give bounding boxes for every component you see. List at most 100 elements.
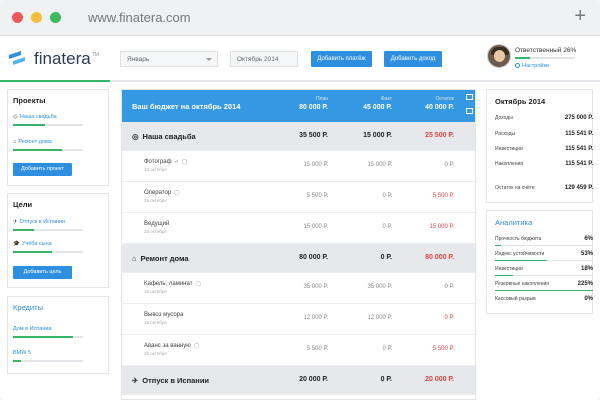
fact-value: 0 Р. [380, 254, 392, 261]
plan-value: 35 500 Р. [299, 132, 328, 139]
sidebar-item-label: Учёба сына [21, 241, 52, 247]
plan-value: 12 000 Р. [303, 315, 328, 321]
table-row[interactable]: Аванс за ванную ◯ 25 октября 5 500 Р. 0 Р… [122, 335, 475, 366]
comment-icon[interactable]: ◯ [194, 343, 200, 349]
table-row[interactable]: Оператор ◯ 25 октября 5 500 Р. 0 Р. 5 500… [122, 182, 475, 213]
sidebar-item-spain-house[interactable]: Дом в Испании [13, 326, 52, 332]
item-date: 25 октября [144, 198, 167, 203]
summary-label: Остаток на счёте [495, 185, 535, 191]
sidebar-item-label: Отпуск в Испании [19, 219, 66, 225]
analytics-row: Индекс устойчивости 53% [495, 251, 593, 257]
analytics-bar [495, 275, 593, 276]
maximize-window-button[interactable] [50, 12, 61, 23]
user-name: Ответственный 26% [515, 47, 577, 54]
analytics-bar [495, 260, 593, 261]
item-date: 10 октября [144, 289, 167, 294]
goal-progress-bar [13, 251, 83, 253]
summary-value: 115 541 Р. [565, 131, 593, 137]
add-payment-button[interactable]: Добавить платёж [311, 51, 372, 67]
add-goal-button[interactable]: Добавить цель [13, 266, 72, 279]
comment-icon[interactable]: ◯ [174, 190, 180, 196]
fact-value: 0 Р. [380, 376, 392, 383]
add-project-button[interactable]: Добавить проект [13, 163, 72, 176]
browser-chrome: www.finatera.com + [0, 0, 600, 36]
sidebar-item-bmw[interactable]: BMW 5 [13, 350, 31, 356]
table-row[interactable]: Кафель, ламинат ◯ 10 октября 35 000 Р. 35… [122, 273, 475, 304]
plan-value: 15 000 Р. [303, 162, 328, 168]
summary-title: Октябрь 2014 [495, 97, 546, 106]
settings-label: Настройки [522, 63, 549, 69]
analytics-label: Индекс устойчивости [495, 251, 545, 257]
summary-value: 115 541 Р. [565, 161, 593, 167]
address-bar[interactable]: www.finatera.com [88, 10, 191, 25]
item-date: 25 октября [144, 351, 167, 356]
analytics-row: Инвестиции 18% [495, 266, 593, 272]
comment-icon[interactable]: ◯ [195, 281, 201, 287]
summary-value: 275 000 Р. [564, 115, 593, 121]
table-row-group[interactable]: ⌂ Ремонт дома 80 000 Р. 0 Р. 80 000 Р. [122, 244, 475, 273]
plane-icon: ✈ [13, 219, 18, 225]
graduation-cap-icon: 🎓 [13, 241, 20, 247]
item-name: Вывоз мусора [144, 312, 184, 318]
plus-icon[interactable]: + [574, 5, 586, 28]
column-plan: План 80 000 Р. [268, 96, 328, 111]
credits-title: Кредиты [13, 303, 43, 312]
sidebar-item-son-education[interactable]: 🎓 Учёба сына [13, 241, 52, 247]
table-row[interactable]: Ведущий 25 октября 15 000 Р. 0 Р. 15 000… [122, 213, 475, 244]
goals-title: Цели [13, 200, 33, 209]
table-row[interactable]: Фотограф ✔ ◯ 10 октября 15 000 Р. 15 000 Р… [122, 151, 475, 182]
plan-value: 5 500 Р. [306, 346, 328, 352]
item-date: 10 октября [144, 167, 167, 172]
analytics-bar [495, 290, 593, 291]
minimize-window-button[interactable] [31, 12, 42, 23]
rings-icon: ◎ [13, 114, 18, 120]
sidebar-item-renovation[interactable]: ⌂ Ремонт дома [13, 139, 52, 145]
settings-link[interactable]: Настройки [515, 63, 549, 69]
item-name: Ведущий [144, 221, 170, 227]
calendar-icon[interactable] [466, 94, 473, 100]
close-window-button[interactable] [12, 12, 23, 23]
table-row-group[interactable]: ✈ Отпуск в Испании 20 000 Р. 0 Р. 20 000 … [122, 366, 475, 395]
month-select[interactable]: Январь [120, 51, 218, 67]
period-select[interactable]: Октябрь 2014 [230, 51, 298, 67]
fact-value: 15 000 Р. [367, 162, 392, 168]
sidebar-item-wedding[interactable]: ◎ Наша свадьба [13, 114, 57, 120]
add-income-button[interactable]: Добавить доход [384, 51, 442, 67]
rest-value: 0 Р. [444, 315, 454, 321]
calendar-icon[interactable] [466, 108, 473, 114]
fact-value: 12 000 Р. [367, 315, 392, 321]
item-name: Кафель, ламинат [144, 281, 193, 287]
column-total: 45 000 Р. [363, 104, 392, 111]
sidebar-item-spain-vacation[interactable]: ✈ Отпуск в Испании [13, 219, 65, 225]
fact-value: 35 000 Р. [367, 284, 392, 290]
analytics-row: Прочность бюджета 6% [495, 236, 593, 242]
summary-value: 115 541 Р. [565, 146, 593, 152]
column-label: Остаток [435, 96, 455, 102]
month-select-value: Январь [127, 56, 150, 63]
rest-value: 5 500 Р. [432, 193, 454, 199]
summary-label: Инвестиции [495, 146, 523, 152]
table-row[interactable]: Вывоз мусора 15 октября 12 000 Р. 12 000… [122, 304, 475, 335]
rest-value: 0 Р. [444, 162, 454, 168]
item-name: Фотограф [144, 159, 172, 165]
summary-label: Доходы [495, 115, 513, 121]
plan-value: 20 000 Р. [299, 376, 328, 383]
plan-value: 5 500 Р. [306, 193, 328, 199]
home-icon: ⌂ [13, 139, 17, 145]
period-select-value: Октябрь 2014 [237, 56, 279, 63]
gear-icon [515, 63, 520, 68]
projects-title: Проекты [13, 96, 46, 105]
item-date: 15 октября [144, 320, 167, 325]
logo[interactable]: finatera TM [9, 49, 99, 69]
avatar[interactable] [487, 44, 511, 68]
budget-table-header: Ваш бюджет на октябрь 2014 План 80 000 Р… [122, 90, 475, 122]
comment-icon[interactable]: ◯ [182, 159, 188, 165]
analytics-title: Аналитика [495, 218, 533, 227]
budget-table: Ваш бюджет на октябрь 2014 План 80 000 Р… [121, 89, 476, 400]
table-row-group[interactable]: ◎ Наша свадьба 35 500 Р. 15 000 Р. 25 500… [122, 122, 475, 151]
sidebar-item-label: Дом в Испании [13, 326, 52, 332]
header-progress-strip [0, 80, 600, 82]
summary-value: 129 459 Р. [564, 185, 593, 191]
fact-value: 15 000 Р. [363, 132, 392, 139]
logo-trademark: TM [91, 52, 99, 58]
